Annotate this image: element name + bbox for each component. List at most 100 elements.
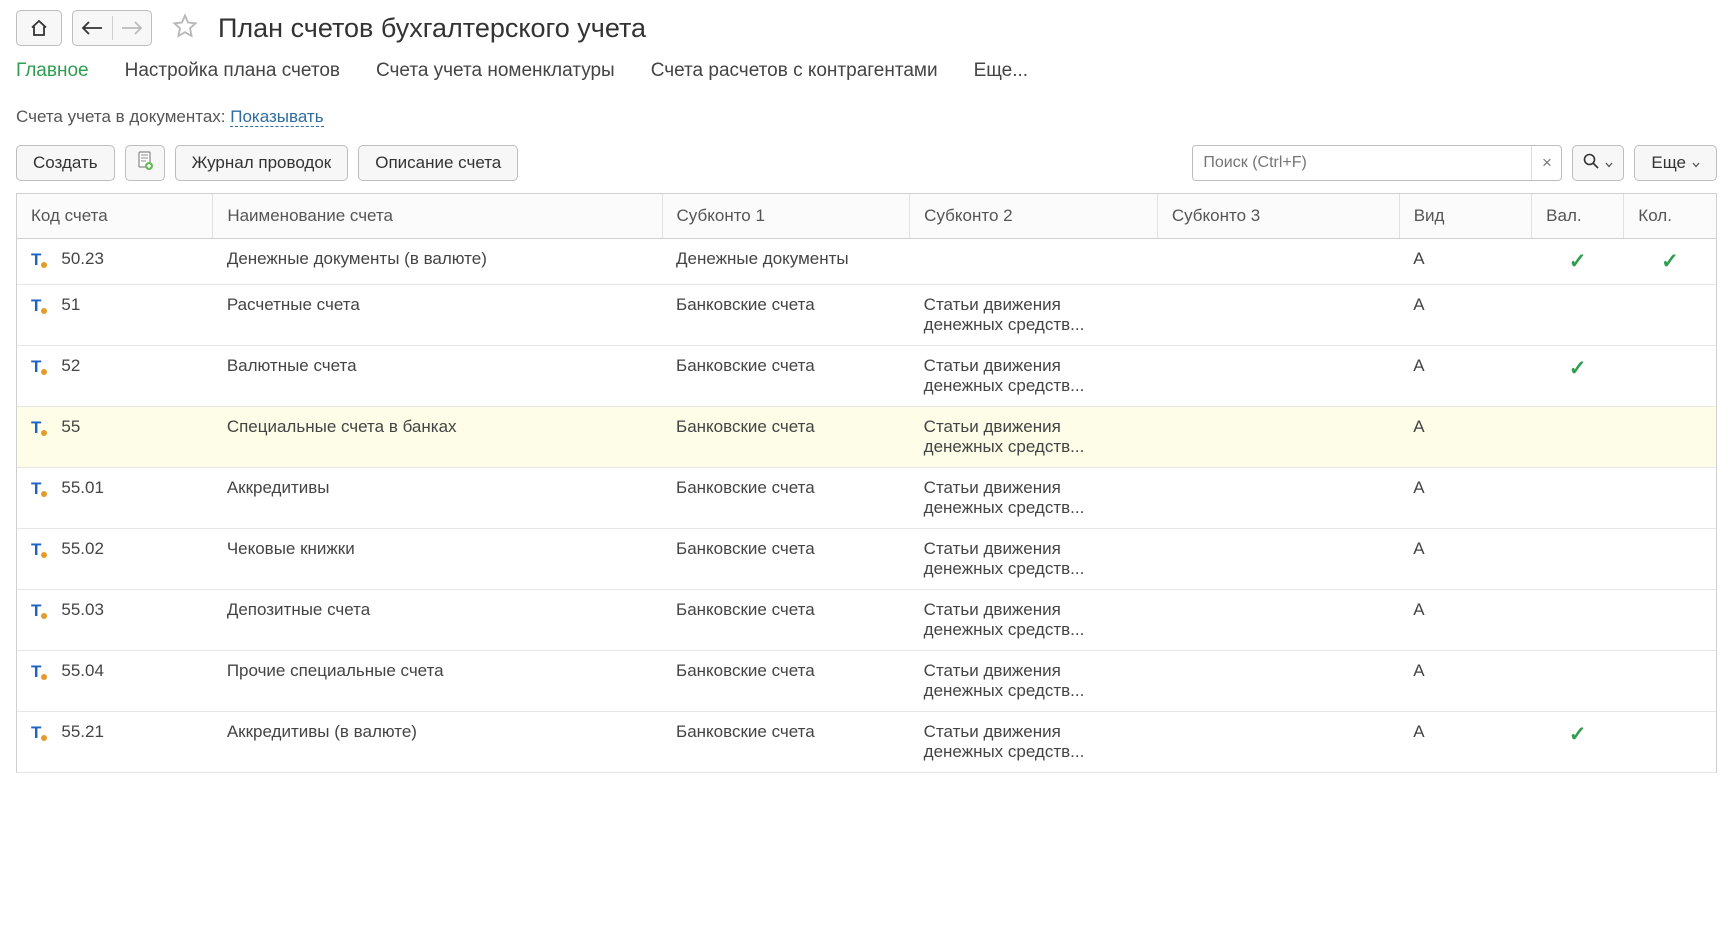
cell-val xyxy=(1532,529,1624,590)
table-row[interactable]: Т55.03Депозитные счетаБанковские счетаСт… xyxy=(17,590,1716,651)
cell-val xyxy=(1532,285,1624,346)
cell-kind: А xyxy=(1399,712,1531,773)
search-icon xyxy=(1583,153,1599,174)
tab-nomenclature[interactable]: Счета учета номенклатуры xyxy=(376,60,615,85)
cell-code: 55.04 xyxy=(61,661,104,681)
cell-val: ✓ xyxy=(1532,346,1624,407)
account-t-icon: Т xyxy=(31,663,47,680)
more-label: Еще xyxy=(1651,153,1686,173)
cell-sub2: Статьи движения денежных средств... xyxy=(910,468,1158,529)
cell-qty xyxy=(1624,468,1716,529)
tab-setup[interactable]: Настройка плана счетов xyxy=(125,60,340,85)
cell-name: Аккредитивы xyxy=(213,468,662,529)
back-button[interactable] xyxy=(73,11,112,45)
table-row[interactable]: Т55.04Прочие специальные счетаБанковские… xyxy=(17,651,1716,712)
cell-val xyxy=(1532,407,1624,468)
arrow-right-icon xyxy=(121,20,143,36)
col-val[interactable]: Вал. xyxy=(1532,194,1624,239)
cell-name: Расчетные счета xyxy=(213,285,662,346)
cell-qty: ✓ xyxy=(1624,239,1716,285)
cell-sub2: Статьи движения денежных средств... xyxy=(910,651,1158,712)
account-t-icon: Т xyxy=(31,297,47,314)
col-name[interactable]: Наименование счета xyxy=(213,194,662,239)
cell-kind: А xyxy=(1399,590,1531,651)
search-input[interactable] xyxy=(1193,146,1531,180)
table-row[interactable]: Т 55.21 Аккредитивы (в валюте)Банковские с… xyxy=(17,712,1716,773)
account-t-icon: Т xyxy=(31,358,47,375)
checkmark-icon: ✓ xyxy=(1569,723,1587,746)
table-row[interactable]: Т51Расчетные счетаБанковские счетаСтатьи… xyxy=(17,285,1716,346)
cell-val xyxy=(1532,590,1624,651)
col-qty[interactable]: Кол. xyxy=(1624,194,1716,239)
cell-sub3 xyxy=(1157,712,1399,773)
close-icon: × xyxy=(1542,153,1552,173)
cell-sub2: Статьи движения денежных средств... xyxy=(910,590,1158,651)
cell-code: 55.01 xyxy=(61,478,104,498)
create-button[interactable]: Создать xyxy=(16,145,115,181)
cell-sub3 xyxy=(1157,407,1399,468)
cell-sub2: Статьи движения денежных средств... xyxy=(910,346,1158,407)
account-t-icon: Т xyxy=(31,724,47,741)
checkmark-icon: ✓ xyxy=(1569,250,1587,273)
cell-sub2: Статьи движения денежных средств... xyxy=(910,712,1158,773)
cell-name: Депозитные счета xyxy=(213,590,662,651)
tab-main[interactable]: Главное xyxy=(16,60,89,85)
tab-counterparty[interactable]: Счета расчетов с контрагентами xyxy=(651,60,938,85)
cell-name: Чековые книжки xyxy=(213,529,662,590)
home-button[interactable] xyxy=(16,10,62,46)
cell-sub2 xyxy=(910,239,1158,285)
cell-sub3 xyxy=(1157,590,1399,651)
account-t-icon: Т xyxy=(31,251,47,268)
more-button[interactable]: Еще xyxy=(1634,145,1717,181)
cell-qty xyxy=(1624,285,1716,346)
table-row[interactable]: Т55Специальные счета в банкахБанковские … xyxy=(17,407,1716,468)
search-box: × xyxy=(1192,145,1562,181)
cell-qty xyxy=(1624,529,1716,590)
cell-name: Денежные документы (в валюте) xyxy=(213,239,662,285)
cell-sub1: Банковские счета xyxy=(662,712,910,773)
tab-more[interactable]: Еще... xyxy=(974,60,1029,85)
copy-icon xyxy=(136,151,154,176)
arrow-left-icon xyxy=(81,20,103,36)
cell-sub3 xyxy=(1157,529,1399,590)
col-sub2[interactable]: Субконто 2 xyxy=(910,194,1158,239)
table-row[interactable]: Т52Валютные счетаБанковские счетаСтатьи … xyxy=(17,346,1716,407)
cell-code: 55.21 xyxy=(61,722,104,742)
col-sub1[interactable]: Субконто 1 xyxy=(662,194,910,239)
cell-sub3 xyxy=(1157,285,1399,346)
forward-button[interactable] xyxy=(113,11,152,45)
search-button[interactable] xyxy=(1572,145,1624,181)
cell-sub2: Статьи движения денежных средств... xyxy=(910,285,1158,346)
journal-button[interactable]: Журнал проводок xyxy=(175,145,349,181)
col-kind[interactable]: Вид xyxy=(1399,194,1531,239)
cell-sub3 xyxy=(1157,651,1399,712)
chevron-down-icon xyxy=(1692,153,1700,173)
star-icon xyxy=(171,12,199,45)
page-title: План счетов бухгалтерского учета xyxy=(218,13,646,44)
cell-code: 55.02 xyxy=(61,539,104,559)
cell-sub1: Банковские счета xyxy=(662,407,910,468)
cell-qty xyxy=(1624,651,1716,712)
cell-kind: А xyxy=(1399,407,1531,468)
copy-button[interactable] xyxy=(125,145,165,181)
cell-name: Аккредитивы (в валюте) xyxy=(213,712,662,773)
account-description-button[interactable]: Описание счета xyxy=(358,145,518,181)
checkmark-icon: ✓ xyxy=(1661,250,1679,273)
search-clear-button[interactable]: × xyxy=(1531,146,1561,180)
cell-val xyxy=(1532,651,1624,712)
cell-sub1: Банковские счета xyxy=(662,346,910,407)
table-row[interactable]: Т55.01АккредитивыБанковские счетаСтатьи … xyxy=(17,468,1716,529)
favorite-button[interactable] xyxy=(168,11,202,45)
cell-sub3 xyxy=(1157,346,1399,407)
show-in-documents-link[interactable]: Показывать xyxy=(230,107,323,127)
tab-bar: Главное Настройка плана счетов Счета уче… xyxy=(16,60,1717,85)
table-row[interactable]: Т50.23Денежные документы (в валюте)Денеж… xyxy=(17,239,1716,285)
cell-name: Прочие специальные счета xyxy=(213,651,662,712)
cell-kind: А xyxy=(1399,239,1531,285)
info-label: Счета учета в документах: xyxy=(16,107,230,126)
col-sub3[interactable]: Субконто 3 xyxy=(1157,194,1399,239)
col-code[interactable]: Код счета xyxy=(17,194,213,239)
cell-code: 51 xyxy=(61,295,80,315)
cell-sub3 xyxy=(1157,239,1399,285)
table-row[interactable]: Т55.02Чековые книжкиБанковские счетаСтат… xyxy=(17,529,1716,590)
